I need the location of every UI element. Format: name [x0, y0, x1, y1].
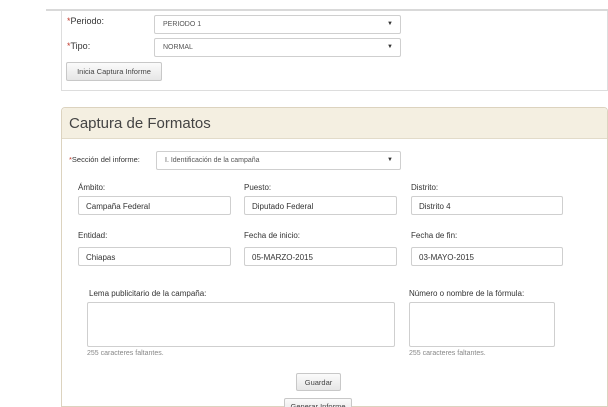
panel-title: Captura de Formatos: [69, 115, 211, 132]
distrito-label: Distrito:: [411, 183, 439, 192]
ambito-field[interactable]: Campaña Federal: [78, 196, 231, 215]
distrito-field[interactable]: Distrito 4: [411, 196, 563, 215]
seccion-label: *Sección del informe:: [69, 155, 140, 164]
lema-char-counter: 255 caracteres faltantes.: [87, 350, 164, 357]
chevron-down-icon: ▼: [387, 157, 393, 163]
start-capture-button[interactable]: Inicia Captura Informe: [66, 62, 162, 81]
chevron-down-icon: ▼: [387, 44, 393, 50]
formula-char-counter: 255 caracteres faltantes.: [409, 350, 486, 357]
ambito-label: Ámbito:: [78, 183, 106, 192]
entidad-label: Entidad:: [78, 231, 108, 240]
formula-textarea[interactable]: [409, 302, 555, 347]
fecha-inicio-field[interactable]: 05-MARZO-2015: [244, 247, 397, 266]
chevron-down-icon: ▼: [387, 21, 393, 27]
tipo-select-value: NORMAL: [163, 44, 193, 51]
puesto-label: Puesto:: [244, 183, 272, 192]
entidad-field[interactable]: Chiapas: [78, 247, 231, 266]
lema-textarea[interactable]: [87, 302, 395, 347]
periodo-label: *Periodo:: [67, 16, 105, 26]
generate-report-button[interactable]: Generar Informe: [284, 398, 352, 407]
seccion-select-value: I. Identificación de la campaña: [165, 157, 260, 164]
lema-label: Lema publicitario de la campaña:: [89, 289, 207, 298]
tipo-label: *Tipo:: [67, 41, 91, 51]
seccion-select[interactable]: I. Identificación de la campaña ▼: [156, 151, 401, 170]
formula-label: Número o nombre de la fórmula:: [409, 289, 525, 298]
periodo-select-value: PERIODO 1: [163, 21, 202, 28]
fecha-inicio-label: Fecha de inicio:: [244, 231, 301, 240]
fecha-fin-label: Fecha de fin:: [411, 231, 458, 240]
tipo-select[interactable]: NORMAL ▼: [154, 38, 401, 57]
capture-panel-header: Captura de Formatos: [62, 108, 607, 139]
fecha-fin-field[interactable]: 03-MAYO-2015: [411, 247, 563, 266]
save-button[interactable]: Guardar: [296, 373, 341, 391]
puesto-field[interactable]: Diputado Federal: [244, 196, 397, 215]
periodo-select[interactable]: PERIODO 1 ▼: [154, 15, 401, 34]
